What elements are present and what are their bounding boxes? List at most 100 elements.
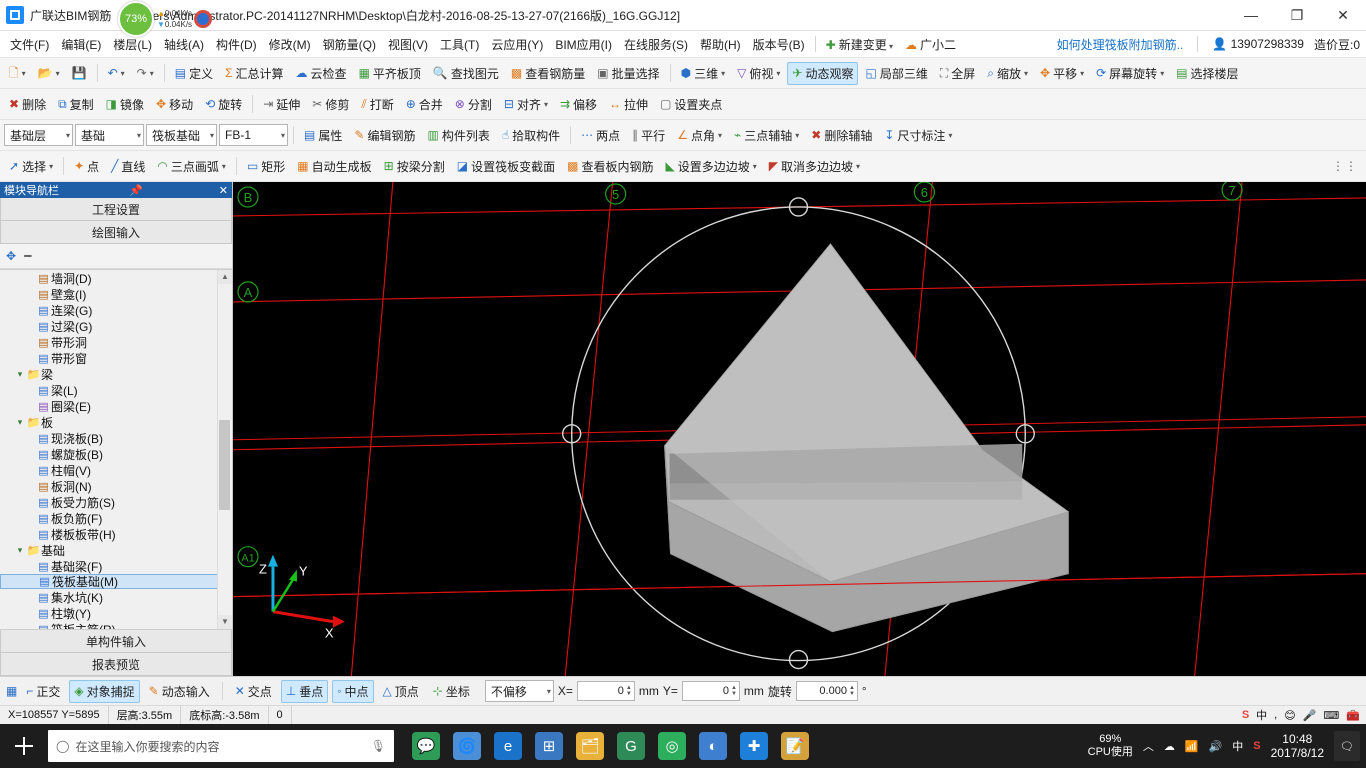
- move-node-icon[interactable]: ✥: [6, 249, 16, 263]
- properties-button[interactable]: ▤ 属性: [299, 124, 347, 147]
- undo-button[interactable]: ↶ ▾: [103, 64, 130, 82]
- define-button[interactable]: ▤ 定义: [170, 62, 218, 85]
- set-slope-button[interactable]: ◣ 设置多边边坡 ▾: [660, 155, 761, 178]
- point-tool-button[interactable]: ✦ 点: [69, 155, 104, 178]
- three-point-axis-button[interactable]: ⌁ 三点辅轴 ▾: [729, 124, 804, 147]
- category-combo[interactable]: 基础 ▾: [75, 124, 144, 146]
- select-floor-button[interactable]: ▤ 选择楼层: [1171, 62, 1243, 85]
- taskbar-icon-app2[interactable]: 🌀: [453, 732, 481, 760]
- dimension-button[interactable]: ↧ 尺寸标注 ▾: [879, 124, 957, 147]
- tree-item[interactable]: ▤ 柱墩(Y): [0, 605, 218, 621]
- menu-item-modify[interactable]: 修改(M): [263, 33, 317, 56]
- rotate-button[interactable]: ⟲ 旋转: [200, 93, 247, 116]
- fullscreen-button[interactable]: ⛶ 全屏: [935, 62, 980, 85]
- align-slab-top-button[interactable]: ▦ 平齐板顶: [354, 62, 426, 85]
- taskbar-icon-store[interactable]: ⊞: [535, 732, 563, 760]
- tree-item[interactable]: ▾ 📁 板: [0, 414, 218, 430]
- tree-item[interactable]: ▤ 带形洞: [0, 334, 218, 350]
- close-button[interactable]: ✕: [1320, 0, 1366, 30]
- tree-item-selected[interactable]: ▤ 筏板基础(M): [0, 574, 218, 589]
- copy-button[interactable]: ⧉ 复制: [53, 93, 99, 116]
- tree-item[interactable]: ▤ 过梁(G): [0, 318, 218, 334]
- ime-indicator[interactable]: 中: [1232, 738, 1243, 754]
- tree-item[interactable]: ▤ 圈梁(E): [0, 398, 218, 414]
- cpu-monitor[interactable]: 69% CPU使用: [1088, 733, 1133, 759]
- rect-tool-button[interactable]: ▭ 矩形: [242, 155, 290, 178]
- tray-expand-icon[interactable]: ︿: [1143, 738, 1154, 754]
- sogou-tray-icon[interactable]: S: [1253, 740, 1260, 752]
- split-by-beam-button[interactable]: ⊞ 按梁分割: [379, 155, 450, 178]
- menu-item-online-service[interactable]: 在线服务(S): [618, 33, 694, 56]
- two-point-button[interactable]: ⋯ 两点: [576, 124, 625, 147]
- scroll-down-icon[interactable]: ▼: [218, 615, 232, 629]
- taskbar-icon-glodon[interactable]: ✚: [740, 732, 768, 760]
- zoom-button[interactable]: ⌕ 缩放 ▾: [982, 62, 1033, 85]
- network-ball-icon[interactable]: [194, 10, 213, 28]
- tree-item[interactable]: ▤ 现浇板(B): [0, 430, 218, 446]
- taskbar-icon-app5[interactable]: G: [617, 732, 645, 760]
- member-tree[interactable]: ▤ 墙洞(D) ▤ 壁龛(I) ▤ 连梁(G) ▤ 过梁(G) ▤ 带形洞 ▤ 带形窗 ▾ 📁 梁 ▤ 梁(L)…: [0, 269, 232, 630]
- arc-tool-button[interactable]: ◠ 三点画弧 ▾: [152, 155, 231, 178]
- new-change-button[interactable]: ✚ 新建变更 ▾: [820, 33, 899, 56]
- mirror-button[interactable]: ◨ 镜像: [101, 93, 149, 116]
- save-button[interactable]: 💾: [67, 64, 92, 82]
- tree-scrollbar[interactable]: ▲ ▼: [217, 270, 232, 629]
- perpendicular-snap-toggle[interactable]: ⊥ 垂点: [280, 679, 329, 703]
- parallel-button[interactable]: ∥ 平行: [627, 124, 670, 147]
- set-grip-button[interactable]: ▢ 设置夹点: [655, 93, 727, 116]
- coordinate-toggle[interactable]: ⊹ 坐标: [428, 680, 475, 703]
- sogou-icon[interactable]: S: [1242, 709, 1249, 721]
- delete-button[interactable]: ✖ 删除: [4, 93, 51, 116]
- merge-button[interactable]: ⊕ 合并: [401, 93, 448, 116]
- menu-item-bim[interactable]: BIM应用(I): [549, 33, 618, 56]
- line-tool-button[interactable]: ╱ 直线: [106, 155, 150, 178]
- project-settings-button[interactable]: 工程设置: [0, 198, 232, 221]
- offset-button[interactable]: ⇉ 偏移: [555, 93, 602, 116]
- toolbar-overflow-button[interactable]: ⋮⋮: [1324, 159, 1366, 173]
- cloud-check-button[interactable]: ☁ 云检查: [291, 62, 352, 85]
- drawing-canvas[interactable]: B A A1 5 6 7 Z Y X: [233, 182, 1366, 676]
- microphone-icon[interactable]: 🎙: [371, 739, 386, 753]
- floor-combo[interactable]: 基础层 ▾: [4, 124, 73, 146]
- tree-item[interactable]: ▤ 壁龛(I): [0, 286, 218, 302]
- intersection-snap-toggle[interactable]: ✕ 交点: [230, 680, 277, 703]
- ime-toolbox-icon[interactable]: 🧰: [1346, 709, 1360, 722]
- drawing-input-button[interactable]: 绘图输入: [0, 221, 232, 244]
- ime-mode-label[interactable]: 中: [1256, 707, 1267, 723]
- tree-item[interactable]: ▤ 柱帽(V): [0, 462, 218, 478]
- edit-rebar-button[interactable]: ✎ 编辑钢筋: [349, 124, 420, 147]
- taskbar-icon-explorer[interactable]: 🗂: [576, 732, 604, 760]
- tree-item[interactable]: ▾ 📁 基础: [0, 542, 218, 558]
- redo-button[interactable]: ↷ ▾: [132, 64, 159, 82]
- tree-item[interactable]: ▤ 墙洞(D): [0, 270, 218, 286]
- member-list-button[interactable]: ▥ 构件列表: [422, 124, 494, 147]
- pick-member-button[interactable]: ☝ 拾取构件: [497, 124, 565, 147]
- screen-rotate-button[interactable]: ⟳ 屏幕旋转 ▾: [1091, 62, 1169, 85]
- extend-button[interactable]: ⇥ 延伸: [258, 93, 305, 116]
- vertex-snap-toggle[interactable]: △ 顶点: [378, 680, 424, 703]
- notification-center-icon[interactable]: 🗨: [1334, 731, 1360, 761]
- tree-item[interactable]: ▤ 带形窗: [0, 350, 218, 366]
- tree-item[interactable]: ▤ 基础梁(F): [0, 558, 218, 574]
- pin-icon[interactable]: 📌: [129, 184, 143, 197]
- auto-slab-button[interactable]: ▦ 自动生成板: [292, 155, 376, 178]
- delete-axis-button[interactable]: ✖ 删除辅轴: [806, 124, 877, 147]
- taskbar-icon-notepad[interactable]: 📝: [781, 732, 809, 760]
- taskbar-search-input[interactable]: ◯ 在这里输入你要搜索的内容 🎙: [48, 730, 394, 762]
- tree-item[interactable]: ▤ 集水坑(K): [0, 589, 218, 605]
- top-view-button[interactable]: ▽ 俯视 ▾: [732, 62, 785, 85]
- rotate-input[interactable]: 0.000 ▲ ▼: [795, 681, 858, 701]
- align-button[interactable]: ⊟ 对齐 ▾: [499, 93, 553, 116]
- trim-button[interactable]: ✂ 修剪: [307, 93, 354, 116]
- assistant-button[interactable]: ☁ 广小二: [899, 33, 962, 56]
- tree-item[interactable]: ▾ 📁 梁: [0, 366, 218, 382]
- menu-item-version[interactable]: 版本号(B): [747, 33, 811, 56]
- ortho-toggle[interactable]: ⌐ 正交: [21, 680, 65, 703]
- batch-select-button[interactable]: ▣ 批量选择: [592, 62, 664, 85]
- tree-item[interactable]: ▤ 板负筋(F): [0, 510, 218, 526]
- y-spinner[interactable]: ▲ ▼: [731, 685, 737, 697]
- tree-expander-icon[interactable]: ▾: [14, 545, 26, 556]
- scroll-up-icon[interactable]: ▲: [218, 270, 232, 284]
- member-type-combo[interactable]: 筏板基础 ▾: [146, 124, 218, 146]
- close-icon[interactable]: ✕: [219, 184, 228, 197]
